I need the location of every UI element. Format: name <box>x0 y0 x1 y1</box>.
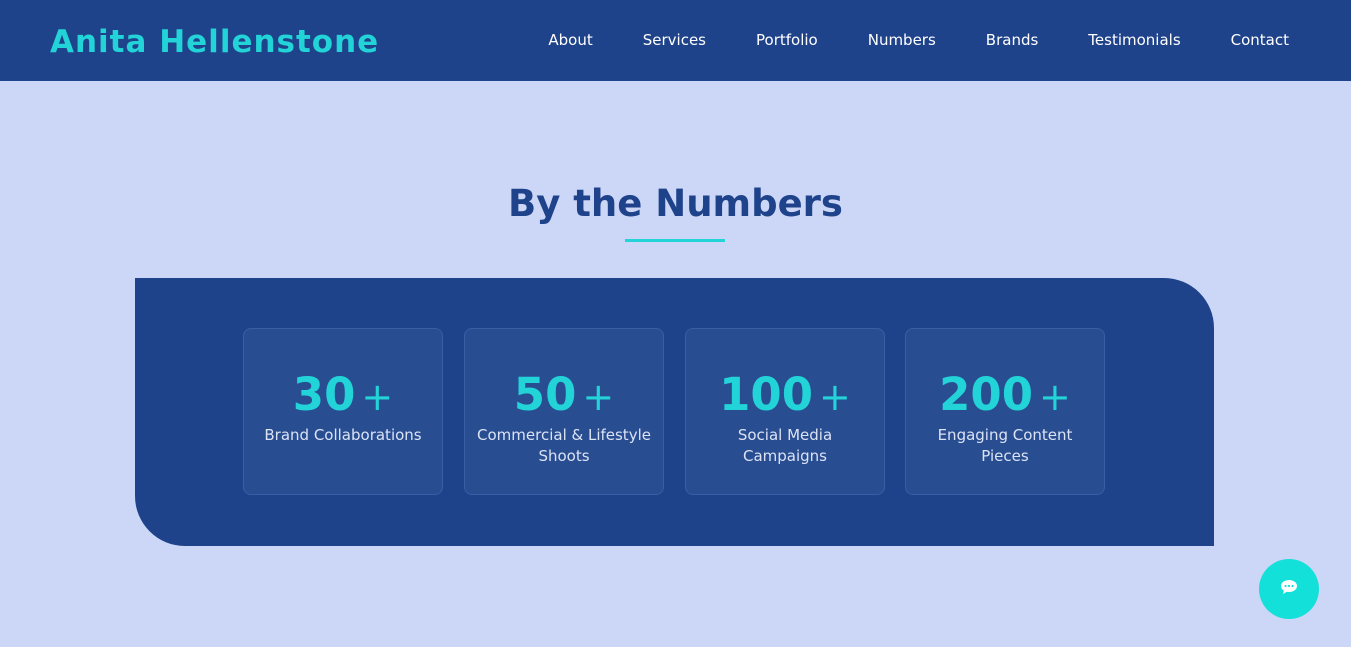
stat-suffix: + <box>361 375 394 419</box>
numbers-panel: 30 + Brand Collaborations 50 + Commercial … <box>135 278 1214 546</box>
stat-value: 30 <box>292 368 356 421</box>
nav-link-numbers[interactable]: Numbers <box>868 30 936 50</box>
site-logo[interactable]: Anita Hellenstone <box>50 22 379 62</box>
stat-number: 200 + <box>906 367 1104 425</box>
stat-card-content-pieces: 200 + Engaging Content Pieces <box>905 328 1105 495</box>
stat-label: Commercial & Lifestyle Shoots <box>477 426 651 465</box>
stat-label: Brand Collaborations <box>264 426 422 444</box>
stat-card-brand-collaborations: 30 + Brand Collaborations <box>243 328 443 495</box>
stat-suffix: + <box>582 375 615 419</box>
stat-label: Social Media Campaigns <box>737 426 833 465</box>
stat-value: 100 <box>719 368 814 421</box>
stat-card-social-campaigns: 100 + Social Media Campaigns <box>685 328 885 495</box>
stat-suffix: + <box>1039 375 1071 419</box>
stat-label: Engaging Content Pieces <box>937 426 1073 465</box>
stat-suffix: + <box>819 375 851 419</box>
nav-link-testimonials[interactable]: Testimonials <box>1088 30 1180 50</box>
stat-number: 100 + <box>686 367 884 425</box>
stat-number: 50 + <box>465 367 663 425</box>
nav-menu: About Services Portfolio Numbers Brands … <box>548 30 1289 50</box>
chat-bubble-icon <box>1280 579 1298 599</box>
title-underline <box>625 239 725 242</box>
stat-card-commercial-shoots: 50 + Commercial & Lifestyle Shoots <box>464 328 664 495</box>
nav-link-services[interactable]: Services <box>643 30 706 50</box>
stat-value: 200 <box>939 368 1034 421</box>
stat-value: 50 <box>513 368 577 421</box>
stat-number: 30 + <box>244 367 442 425</box>
chat-button[interactable] <box>1259 559 1319 619</box>
nav-link-brands[interactable]: Brands <box>986 30 1039 50</box>
nav-link-contact[interactable]: Contact <box>1231 30 1289 50</box>
navbar: Anita Hellenstone About Services Portfol… <box>0 0 1351 81</box>
nav-link-portfolio[interactable]: Portfolio <box>756 30 818 50</box>
section-title: By the Numbers <box>508 182 843 225</box>
nav-link-about[interactable]: About <box>548 30 592 50</box>
